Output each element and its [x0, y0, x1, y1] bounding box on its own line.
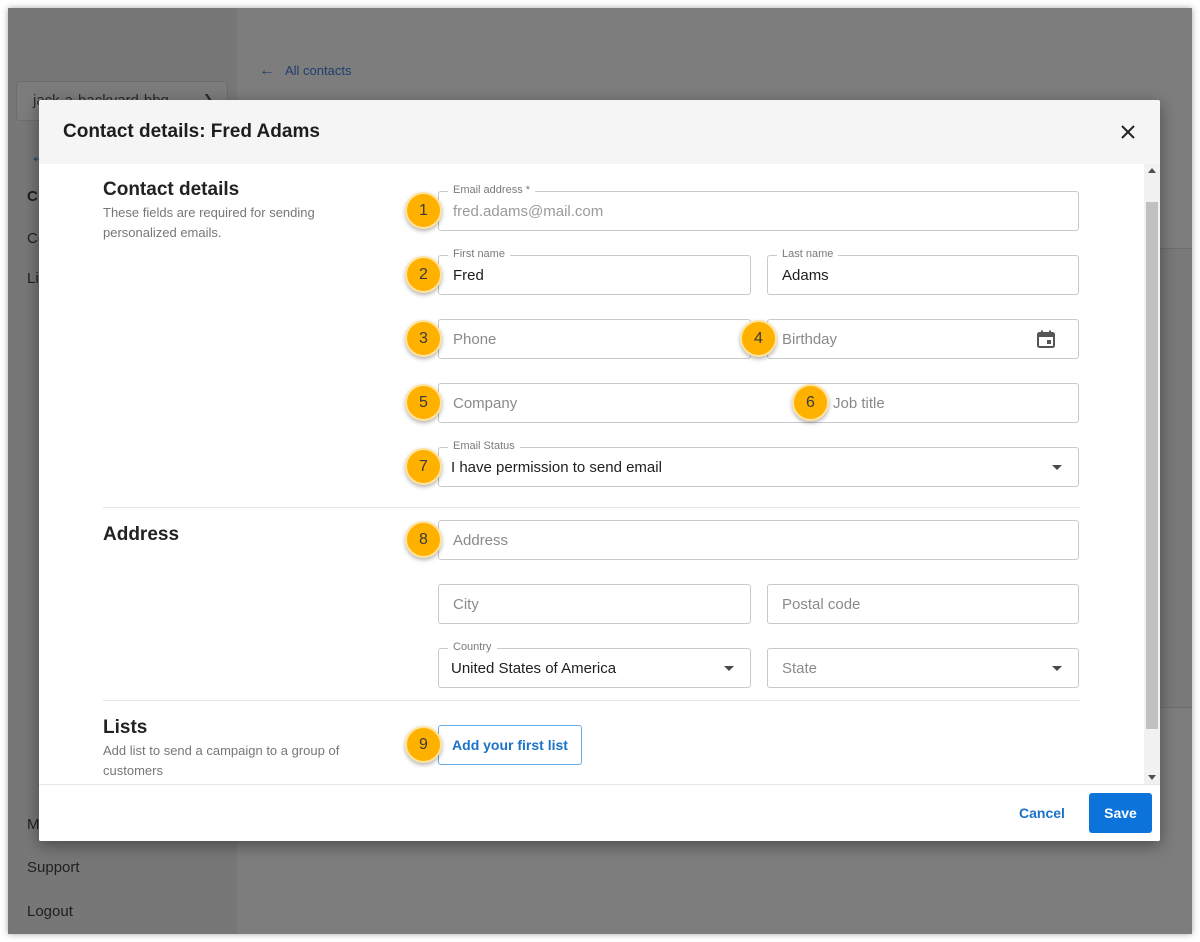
- section-title-lists: Lists: [103, 717, 148, 738]
- add-first-list-button[interactable]: Add your first list: [438, 725, 582, 765]
- postal-code-field-placeholder: Postal code: [782, 596, 861, 613]
- scroll-down-arrow-icon[interactable]: [1148, 775, 1156, 780]
- first-name-field-label: First name: [448, 247, 510, 261]
- first-name-field-value: Fred: [453, 267, 484, 284]
- all-contacts-link[interactable]: ← All contacts: [259, 62, 351, 80]
- job-title-field-placeholder[interactable]: Job title: [833, 395, 885, 412]
- callout-badge-6: 6: [792, 384, 829, 421]
- scroll-up-arrow-icon[interactable]: [1148, 168, 1156, 173]
- city-field-placeholder: City: [453, 596, 479, 613]
- close-icon: [1121, 125, 1135, 139]
- section-title-address: Address: [103, 524, 180, 545]
- callout-badge-8: 8: [405, 521, 442, 558]
- birthday-field-placeholder: Birthday: [782, 331, 838, 348]
- background-card: [1158, 248, 1192, 708]
- cancel-button[interactable]: Cancel: [1011, 793, 1073, 833]
- company-field[interactable]: Company Job title: [438, 383, 1079, 423]
- company-field-placeholder: Company: [453, 395, 518, 412]
- sidebar-item-lists[interactable]: Li: [27, 270, 39, 287]
- country-value: United States of America: [451, 660, 617, 677]
- last-name-field-value: Adams: [782, 267, 829, 284]
- email-field[interactable]: Email address * fred.adams@mail.com: [438, 183, 1079, 231]
- callout-badge-9: 9: [405, 726, 442, 763]
- country-label: Country: [448, 640, 497, 654]
- modal-scrollbar[interactable]: [1144, 164, 1160, 784]
- email-status-value: I have permission to send email: [451, 459, 662, 476]
- address-field-placeholder: Address: [453, 532, 509, 549]
- email-status-select[interactable]: Email Status I have permission to send e…: [438, 439, 1079, 487]
- all-contacts-label: All contacts: [285, 63, 352, 78]
- modal-header: Contact details: Fred Adams: [39, 100, 1160, 164]
- state-select[interactable]: State: [767, 648, 1079, 688]
- callout-badge-2: 2: [405, 256, 442, 293]
- callout-badge-5: 5: [405, 384, 442, 421]
- email-field-value: fred.adams@mail.com: [453, 203, 604, 220]
- section-description-lists: Add list to send a campaign to a group o…: [103, 743, 340, 778]
- address-field[interactable]: Address: [438, 520, 1079, 560]
- sidebar-item-logout[interactable]: Logout: [27, 903, 73, 920]
- callout-badge-4: 4: [740, 320, 777, 357]
- section-description-contact-details: These fields are required for sending pe…: [103, 205, 315, 240]
- email-status-label: Email Status: [448, 439, 520, 453]
- phone-field-placeholder: Phone: [453, 331, 497, 348]
- modal-title: Contact details: Fred Adams: [63, 121, 320, 142]
- caret-down-icon: [1052, 465, 1062, 470]
- sidebar-item-support[interactable]: Support: [27, 859, 80, 876]
- phone-field[interactable]: Phone: [438, 319, 751, 359]
- last-name-field[interactable]: Last name Adams: [767, 247, 1079, 295]
- email-field-label: Email address *: [448, 183, 536, 197]
- modal-body: Contact details These fields are require…: [39, 164, 1144, 784]
- caret-down-icon: [1052, 666, 1062, 671]
- callout-badge-3: 3: [405, 320, 442, 357]
- callout-badge-7: 7: [405, 448, 442, 485]
- modal-footer: Cancel Save: [39, 784, 1160, 841]
- save-button[interactable]: Save: [1089, 793, 1152, 833]
- postal-code-field[interactable]: Postal code: [767, 584, 1079, 624]
- section-title-contact-details: Contact details: [103, 179, 240, 200]
- first-name-field[interactable]: First name Fred: [438, 247, 751, 295]
- section-divider: [103, 700, 1080, 701]
- caret-down-icon: [724, 666, 734, 671]
- city-field[interactable]: City: [438, 584, 751, 624]
- last-name-field-label: Last name: [777, 247, 839, 261]
- birthday-field[interactable]: Birthday: [767, 319, 1079, 359]
- section-divider: [103, 507, 1080, 508]
- contact-details-modal: Contact details: Fred Adams Contact deta…: [39, 100, 1160, 841]
- sidebar-item-m[interactable]: M: [27, 816, 40, 833]
- scroll-thumb[interactable]: [1146, 202, 1158, 729]
- country-select[interactable]: Country United States of America: [438, 640, 751, 688]
- close-button[interactable]: [1114, 118, 1142, 146]
- callout-badge-1: 1: [405, 192, 442, 229]
- arrow-left-icon: ←: [259, 62, 275, 79]
- sidebar-item-contacts-header: C: [27, 188, 38, 205]
- state-placeholder: State: [782, 660, 818, 677]
- calendar-icon[interactable]: [1036, 329, 1056, 349]
